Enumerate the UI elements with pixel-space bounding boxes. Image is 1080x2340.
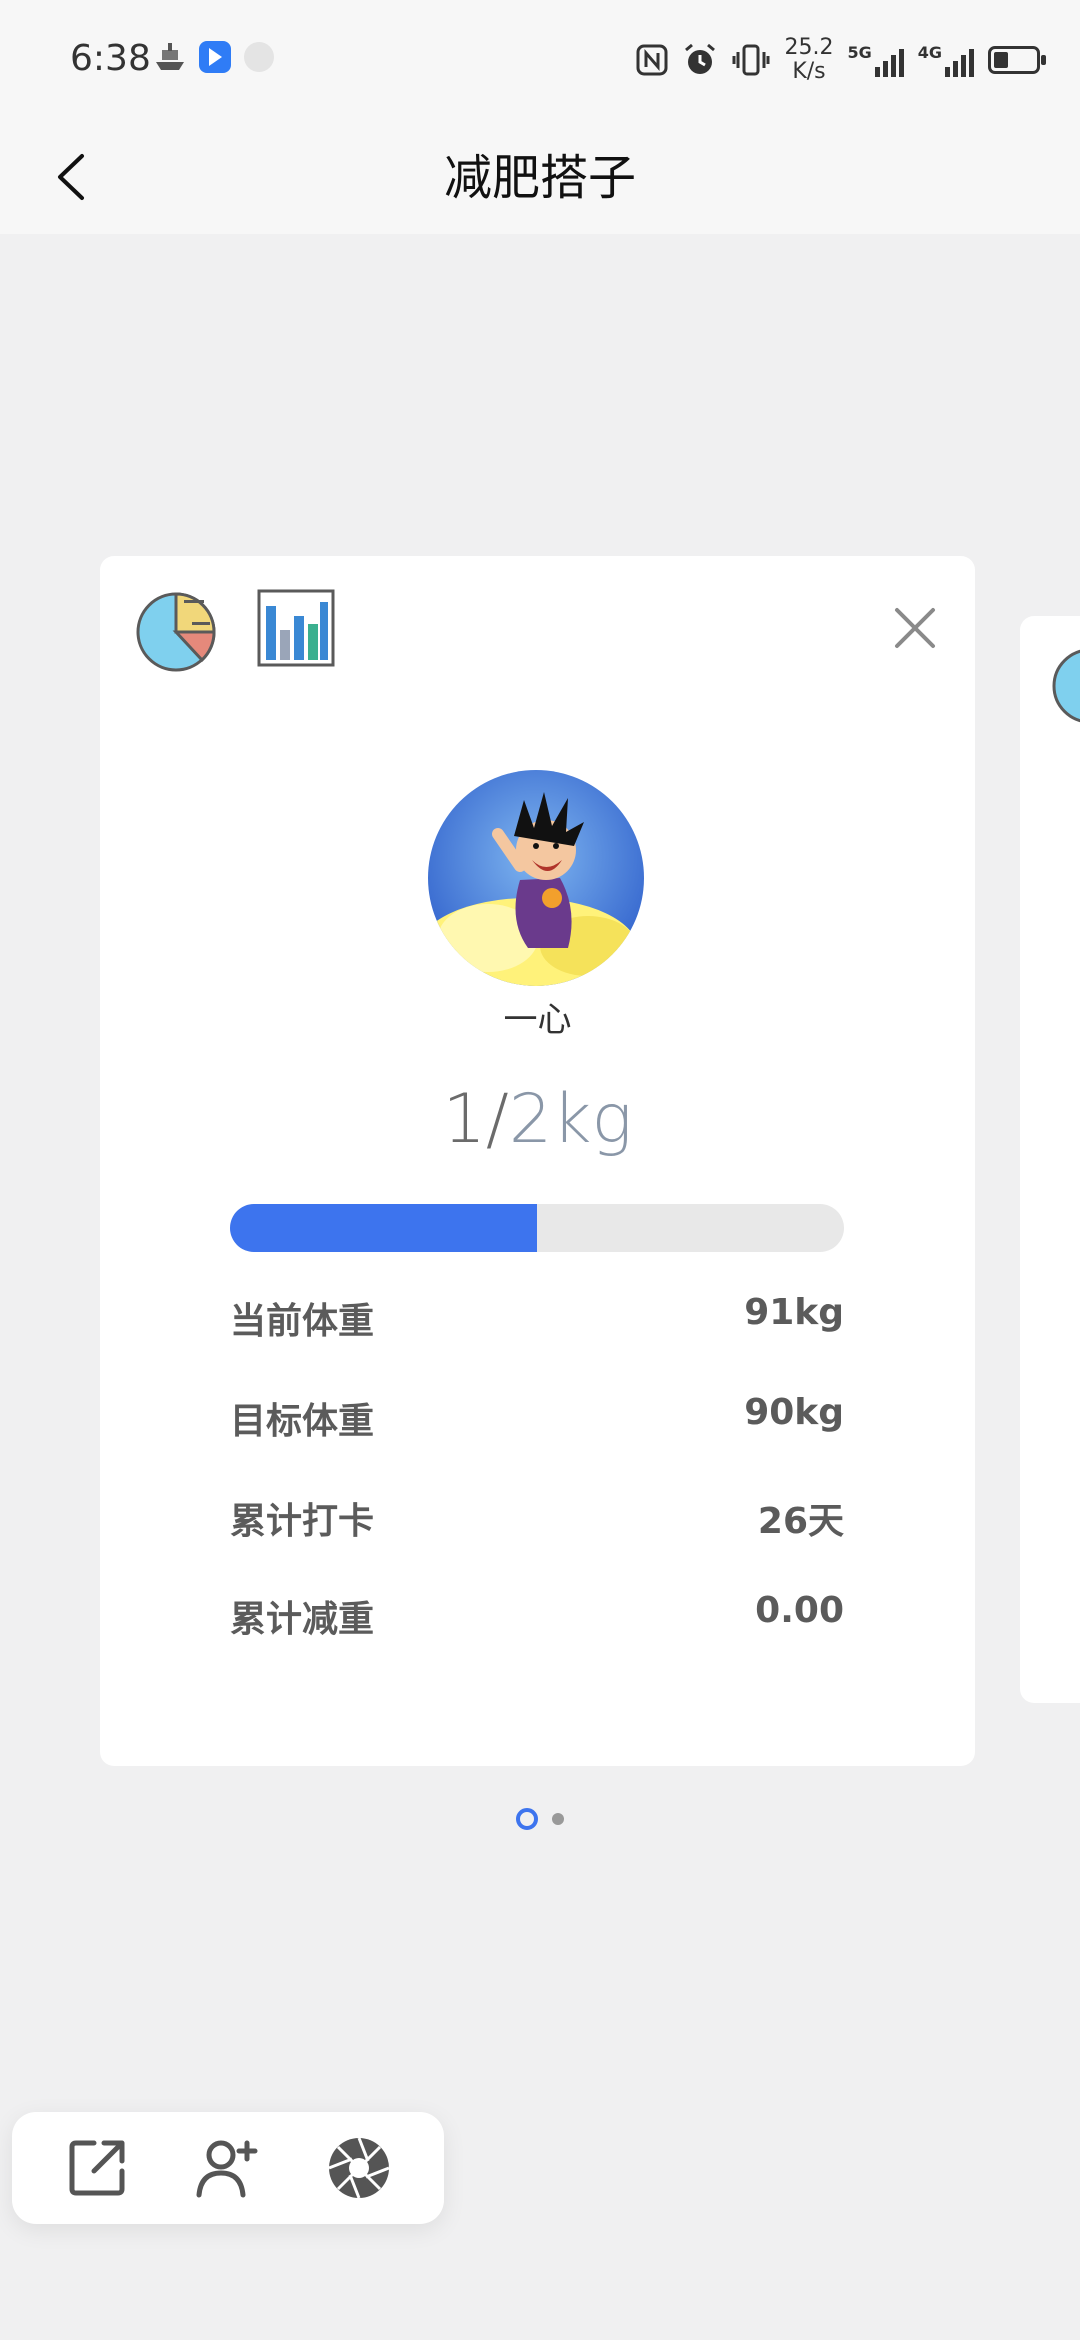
network-speed-unit: K/s — [792, 59, 826, 84]
pager-dot[interactable] — [552, 1813, 564, 1825]
signal-5g-icon: 5G — [847, 43, 904, 77]
network-speed-value: 25.2 — [784, 35, 834, 60]
camera-button[interactable] — [324, 2133, 394, 2203]
add-user-icon — [196, 2140, 258, 2198]
stat-value: 90kg — [744, 1392, 844, 1433]
close-button[interactable] — [887, 600, 943, 656]
weight-progress-current: 1/ — [442, 1080, 509, 1159]
weight-progress-target: 2kg — [508, 1080, 633, 1159]
status-right: 25.2 K/s 5G 4G — [636, 36, 1046, 84]
stat-row-checkin-days: 累计打卡 26天 — [230, 1492, 844, 1544]
stat-value: 0.00 — [755, 1590, 844, 1631]
stat-row-target-weight: 目标体重 90kg — [230, 1392, 844, 1444]
share-button[interactable] — [62, 2133, 132, 2203]
signal-4g-label: 4G — [917, 43, 942, 62]
ship-icon — [156, 43, 184, 70]
pie-chart-button[interactable] — [136, 588, 222, 678]
stat-label: 当前体重 — [230, 1301, 375, 1342]
camera-shutter-icon — [328, 2137, 390, 2199]
nav-bar: 减肥搭子 — [0, 118, 1080, 234]
circle-status-icon — [244, 42, 274, 72]
weight-progress-fill — [230, 1204, 537, 1252]
stat-label: 目标体重 — [230, 1401, 375, 1442]
vibrate-icon — [732, 44, 770, 76]
username: 一心 — [503, 1000, 572, 1040]
buddy-card: 一心 1/2kg 当前体重 91kg 目标体重 90kg 累计打卡 26天 累计… — [100, 556, 975, 1766]
weight-progress-text: 1/2kg — [100, 1080, 975, 1159]
stat-label: 累计打卡 — [230, 1501, 375, 1542]
app-notification-icon — [199, 41, 231, 73]
weight-progress-bar — [230, 1204, 844, 1252]
stat-value: 26天 — [757, 1501, 844, 1542]
bar-chart-icon — [257, 589, 335, 667]
battery-icon — [988, 46, 1046, 74]
stat-label: 累计减重 — [230, 1599, 375, 1640]
close-icon — [895, 608, 935, 648]
page-title: 减肥搭子 — [443, 150, 636, 206]
stat-row-current-weight: 当前体重 91kg — [230, 1292, 844, 1344]
bottom-toolbar — [12, 2112, 444, 2224]
status-bar: 6:38 25.2 K/s 5G 4G — [0, 0, 1080, 118]
next-buddy-card[interactable] — [1020, 616, 1080, 1703]
pager-dots — [0, 1808, 1080, 1830]
status-notification-icons — [152, 40, 276, 74]
share-icon — [69, 2140, 125, 2196]
avatar[interactable] — [428, 770, 644, 986]
add-buddy-button[interactable] — [193, 2133, 263, 2203]
stat-value: 91kg — [744, 1292, 844, 1333]
pager-dot-active[interactable] — [516, 1808, 538, 1830]
bar-chart-button[interactable] — [256, 588, 336, 672]
pie-chart-icon — [1052, 649, 1080, 723]
signal-4g-icon: 4G — [918, 43, 974, 77]
status-time: 6:38 — [70, 38, 151, 79]
pie-chart-icon — [136, 592, 216, 672]
network-speed: 25.2 K/s — [784, 36, 833, 84]
alarm-icon — [685, 43, 716, 74]
nfc-icon — [636, 44, 668, 76]
battery-level — [994, 52, 1008, 68]
signal-5g-label: 5G — [847, 43, 872, 62]
stat-row-weight-lost: 累计减重 0.00 — [230, 1590, 844, 1642]
avatar-image — [428, 770, 644, 986]
